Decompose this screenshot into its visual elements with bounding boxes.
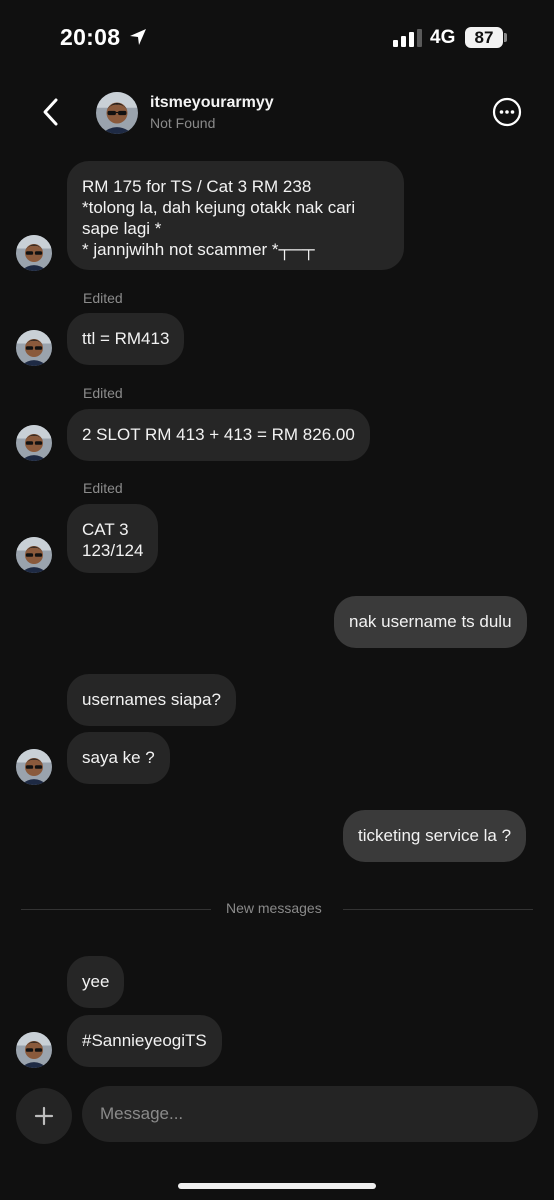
edited-label: Edited bbox=[83, 480, 123, 496]
contact-name[interactable]: itsmeyourarmyy bbox=[150, 94, 274, 112]
message-bubble-outgoing[interactable]: ticketing service la ? bbox=[343, 810, 527, 862]
status-bar: 20:08 4G 87 bbox=[0, 0, 554, 76]
home-indicator[interactable] bbox=[178, 1183, 376, 1189]
sender-avatar bbox=[16, 425, 52, 461]
sender-avatar bbox=[16, 749, 52, 785]
back-chevron-icon[interactable] bbox=[36, 94, 68, 130]
new-messages-label: New messages bbox=[226, 900, 322, 916]
edited-label: Edited bbox=[83, 385, 123, 401]
battery-indicator: 87 bbox=[465, 27, 503, 48]
network-type: 4G bbox=[430, 27, 456, 48]
sender-avatar bbox=[16, 537, 52, 573]
location-arrow-icon bbox=[130, 29, 146, 45]
message-bubble-incoming[interactable]: usernames siapa? bbox=[67, 674, 236, 726]
signal-bars-icon bbox=[393, 29, 422, 47]
message-bubble-incoming[interactable]: CAT 3 123/124 bbox=[67, 504, 159, 573]
edited-label: Edited bbox=[83, 290, 123, 306]
divider-line-right bbox=[343, 909, 533, 910]
add-attachment-button[interactable] bbox=[16, 1088, 72, 1144]
message-bubble-incoming[interactable]: ttl = RM413 bbox=[67, 313, 185, 365]
message-input[interactable] bbox=[82, 1086, 538, 1142]
message-bubble-incoming[interactable]: saya ke ? bbox=[67, 732, 170, 784]
sender-avatar bbox=[16, 330, 52, 366]
sender-avatar bbox=[16, 1032, 52, 1068]
divider-line-left bbox=[21, 909, 211, 910]
message-bubble-incoming[interactable]: RM 175 for TS / Cat 3 RM 238 *tolong la,… bbox=[67, 161, 404, 270]
message-bubble-incoming[interactable]: 2 SLOT RM 413 + 413 = RM 826.00 bbox=[67, 409, 370, 461]
status-time: 20:08 bbox=[60, 24, 121, 50]
contact-avatar[interactable] bbox=[96, 92, 138, 134]
message-bubble-outgoing[interactable]: nak username ts dulu bbox=[334, 596, 527, 648]
message-bubble-incoming[interactable]: #SannieyeogiTS bbox=[67, 1015, 222, 1067]
plus-icon bbox=[34, 1106, 54, 1126]
battery-cap bbox=[504, 33, 507, 42]
more-icon[interactable] bbox=[492, 97, 522, 127]
chat-header: itsmeyourarmyy Not Found bbox=[0, 84, 554, 142]
message-bubble-incoming[interactable]: yee bbox=[67, 956, 125, 1008]
sender-avatar bbox=[16, 235, 52, 271]
contact-status: Not Found bbox=[150, 115, 216, 131]
